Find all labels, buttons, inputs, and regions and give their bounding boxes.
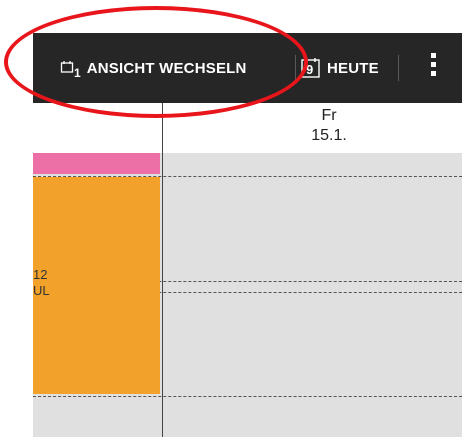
switch-view-icon-subscript: 1 (74, 66, 81, 80)
today-button[interactable]: 9 HEUTE (301, 33, 379, 103)
day-column-divider (162, 103, 163, 437)
today-calendar-icon: 9 (301, 57, 321, 79)
toolbar-divider (295, 55, 296, 81)
day-date[interactable]: 15.1. (196, 127, 462, 145)
calendar-event-orange[interactable]: 12 UL (33, 177, 160, 394)
today-icon-number: 9 (306, 62, 314, 77)
day-header: Fr 15.1. (33, 103, 462, 153)
toolbar-divider (398, 55, 399, 81)
switch-view-label: ANSICHT WECHSELN (86, 59, 247, 77)
overflow-menu-icon[interactable] (428, 53, 438, 83)
switch-view-button[interactable]: 1 ANSICHT WECHSELN (60, 33, 247, 103)
time-slot-line (33, 396, 462, 397)
calendar-grid[interactable]: 12 UL (33, 103, 462, 437)
action-bar: 1 ANSICHT WECHSELN 9 HEUTE (33, 33, 462, 103)
event-text-line2: UL (33, 283, 50, 298)
event-text-line1: 12 (33, 267, 48, 282)
calendar-event-pink[interactable] (33, 153, 160, 174)
calendar-view-icon: 1 (60, 60, 81, 80)
today-label: HEUTE (327, 59, 379, 77)
day-name[interactable]: Fr (196, 107, 462, 125)
